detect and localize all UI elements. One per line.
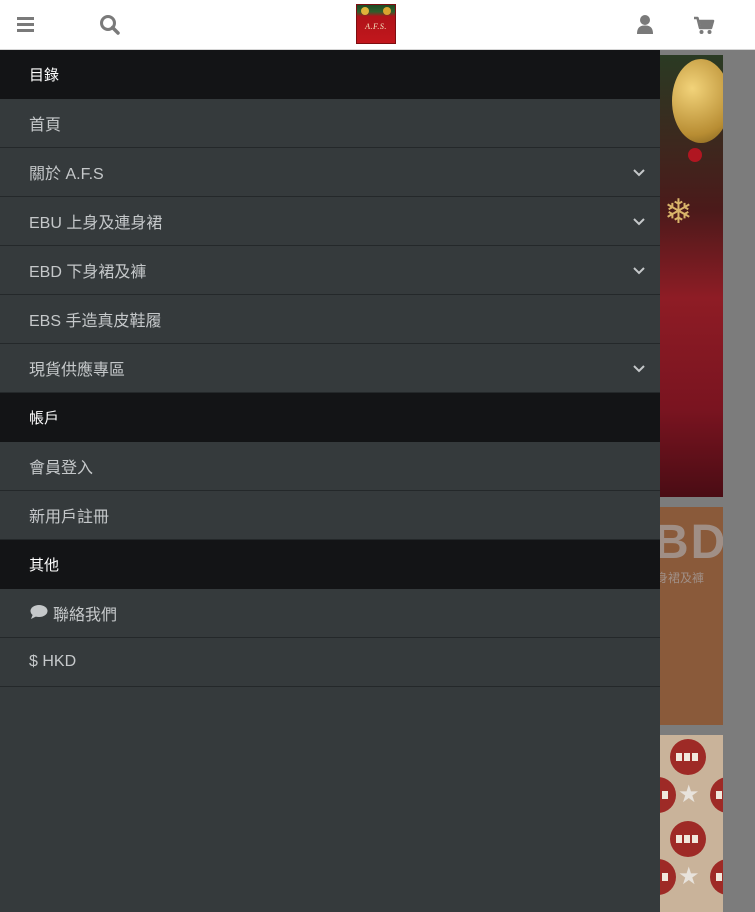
hamburger-icon[interactable] xyxy=(13,12,39,38)
menu-item-login[interactable]: 會員登入 xyxy=(0,442,660,491)
menu-item-home[interactable]: 首頁 xyxy=(0,99,660,148)
menu-item-label: 首頁 xyxy=(29,117,62,134)
top-navigation-bar: A.F.S. xyxy=(0,0,755,50)
menu-item-currency[interactable]: $ HKD xyxy=(0,638,660,687)
chat-bubble-icon xyxy=(29,604,49,620)
menu-item-ebs[interactable]: EBS 手造真皮鞋履 xyxy=(0,295,660,344)
christmas-banner: ❄ xyxy=(660,55,723,497)
page-content-behind-overlay: ❄ BD 身裙及褲 ★ ★ xyxy=(660,49,755,912)
menu-item-label: 聯絡我們 xyxy=(53,607,118,624)
section-header-other: 其他 xyxy=(0,540,660,589)
section-header-account: 帳戶 xyxy=(0,393,660,442)
search-icon[interactable] xyxy=(97,12,123,38)
menu-item-label: EBD 下身裙及褲 xyxy=(29,264,147,281)
menu-item-label: 現貨供應專區 xyxy=(29,362,126,379)
ornament-pattern-banner: ★ ★ xyxy=(660,735,723,912)
section-header-catalog: 目錄 xyxy=(0,50,660,99)
menu-item-about[interactable]: 關於 A.F.S xyxy=(0,148,660,197)
chevron-down-icon[interactable] xyxy=(632,361,646,375)
chevron-down-icon[interactable] xyxy=(632,263,646,277)
menu-item-in-stock[interactable]: 現貨供應專區 xyxy=(0,344,660,393)
chevron-down-icon[interactable] xyxy=(632,165,646,179)
shopping-cart-icon[interactable] xyxy=(691,12,717,38)
menu-item-label: EBS 手造真皮鞋履 xyxy=(29,313,162,330)
brand-logo[interactable]: A.F.S. xyxy=(356,4,396,44)
ebd-category-banner: BD 身裙及褲 xyxy=(660,507,723,725)
chevron-down-icon[interactable] xyxy=(632,214,646,228)
logo-text: A.F.S. xyxy=(365,22,387,31)
menu-item-ebu[interactable]: EBU 上身及連身裙 xyxy=(0,197,660,246)
side-menu-drawer: 目錄 首頁 關於 A.F.S EBU 上身及連身裙 EBD 下身裙及褲 EBS … xyxy=(0,50,660,912)
menu-item-label: $ HKD xyxy=(29,653,77,670)
menu-item-label: 關於 A.F.S xyxy=(29,166,104,183)
ebd-banner-title: BD xyxy=(660,516,723,569)
menu-item-register[interactable]: 新用戶註冊 xyxy=(0,491,660,540)
user-icon[interactable] xyxy=(632,12,658,38)
menu-item-ebd[interactable]: EBD 下身裙及褲 xyxy=(0,246,660,295)
menu-item-label: EBU 上身及連身裙 xyxy=(29,215,163,232)
menu-item-label: 新用戶註冊 xyxy=(29,509,110,526)
menu-item-contact[interactable]: 聯絡我們 xyxy=(0,589,660,638)
menu-item-label: 會員登入 xyxy=(29,460,94,477)
ebd-banner-subtitle: 身裙及褲 xyxy=(660,571,705,585)
